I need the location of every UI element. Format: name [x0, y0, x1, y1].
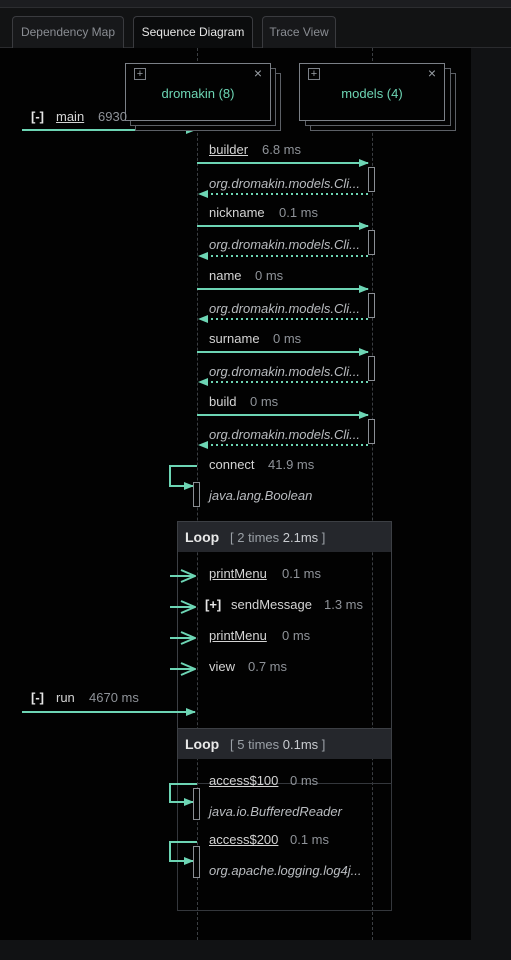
return-label: org.dromakin.models.Cli...	[209, 427, 360, 442]
close-icon[interactable]: ×	[428, 65, 436, 81]
message-builder[interactable]: builder	[209, 142, 248, 157]
loop-call-printmenu[interactable]: printMenu	[209, 566, 267, 581]
message-build[interactable]: build	[209, 394, 236, 409]
bottom-strip	[0, 940, 511, 960]
loop-call-access100[interactable]: access$100	[209, 773, 278, 788]
activation-bar	[368, 230, 375, 255]
message-time: 0.1 ms	[282, 566, 322, 581]
return-label: org.dromakin.models.Cli...	[209, 176, 360, 191]
message-name[interactable]: name	[209, 268, 242, 283]
loop-call-view[interactable]: view	[209, 659, 235, 674]
message-time: 0 ms	[255, 268, 284, 283]
message-time: 6.8 ms	[262, 142, 302, 157]
activation-bar	[193, 482, 200, 507]
message-time: 0 ms	[282, 628, 311, 643]
collapse-toggle-main[interactable]: [-]	[31, 109, 44, 124]
activation-bar	[368, 167, 375, 192]
tab-dependency-map[interactable]: Dependency Map	[12, 16, 124, 48]
vertical-scroll-area[interactable]	[471, 48, 511, 940]
actor-label: dromakin (8)	[161, 86, 235, 101]
message-connect[interactable]: connect	[209, 457, 255, 472]
return-label: org.dromakin.models.Cli...	[209, 237, 360, 252]
loop-call-printmenu[interactable]: printMenu	[209, 628, 267, 643]
expand-icon[interactable]: +	[308, 68, 320, 80]
message-surname[interactable]: surname	[209, 331, 260, 346]
message-time: 41.9 ms	[268, 457, 315, 472]
return-label: java.lang.Boolean	[209, 488, 313, 503]
activation-bar	[368, 419, 375, 444]
loop-call-sendmessage[interactable]: sendMessage	[231, 597, 312, 612]
entry-call-main[interactable]: main	[56, 109, 84, 124]
loop-call-access200[interactable]: access$200	[209, 832, 278, 847]
expand-toggle-sendmessage[interactable]: [+]	[205, 597, 221, 612]
sequence-diagram-canvas: Loop [ 2 times 2.1ms ] Loop [ 5 times 0.…	[0, 48, 471, 940]
window-top-strip	[0, 0, 511, 8]
return-label: java.io.BufferedReader	[209, 804, 342, 819]
activation-bar	[193, 846, 200, 878]
collapse-toggle-run[interactable]: [-]	[31, 690, 44, 705]
actor-label: models (4)	[341, 86, 403, 101]
actor-models[interactable]: + × models (4)	[299, 63, 445, 121]
activation-bar	[193, 788, 200, 820]
expand-icon[interactable]: +	[134, 68, 146, 80]
entry-time-main: 6930	[98, 109, 127, 124]
message-time: 0.1 ms	[279, 205, 319, 220]
actor-dromakin[interactable]: + × dromakin (8)	[125, 63, 271, 121]
message-time: 0 ms	[290, 773, 319, 788]
message-nickname[interactable]: nickname	[209, 205, 265, 220]
return-label: org.apache.logging.log4j...	[209, 863, 362, 878]
activation-bar	[368, 356, 375, 381]
activation-bar	[368, 293, 375, 318]
return-label: org.dromakin.models.Cli...	[209, 364, 360, 379]
entry-time-run: 4670 ms	[89, 690, 139, 705]
return-label: org.dromakin.models.Cli...	[209, 301, 360, 316]
entry-call-run[interactable]: run	[56, 690, 75, 705]
tab-bar: Dependency Map Sequence Diagram Trace Vi…	[0, 8, 511, 49]
message-time: 0 ms	[250, 394, 279, 409]
message-time: 0 ms	[273, 331, 302, 346]
message-time: 1.3 ms	[324, 597, 364, 612]
message-time: 0.1 ms	[290, 832, 330, 847]
tab-trace-view[interactable]: Trace View	[262, 16, 336, 48]
close-icon[interactable]: ×	[254, 65, 262, 81]
tab-sequence-diagram[interactable]: Sequence Diagram	[133, 16, 253, 49]
message-time: 0.7 ms	[248, 659, 288, 674]
